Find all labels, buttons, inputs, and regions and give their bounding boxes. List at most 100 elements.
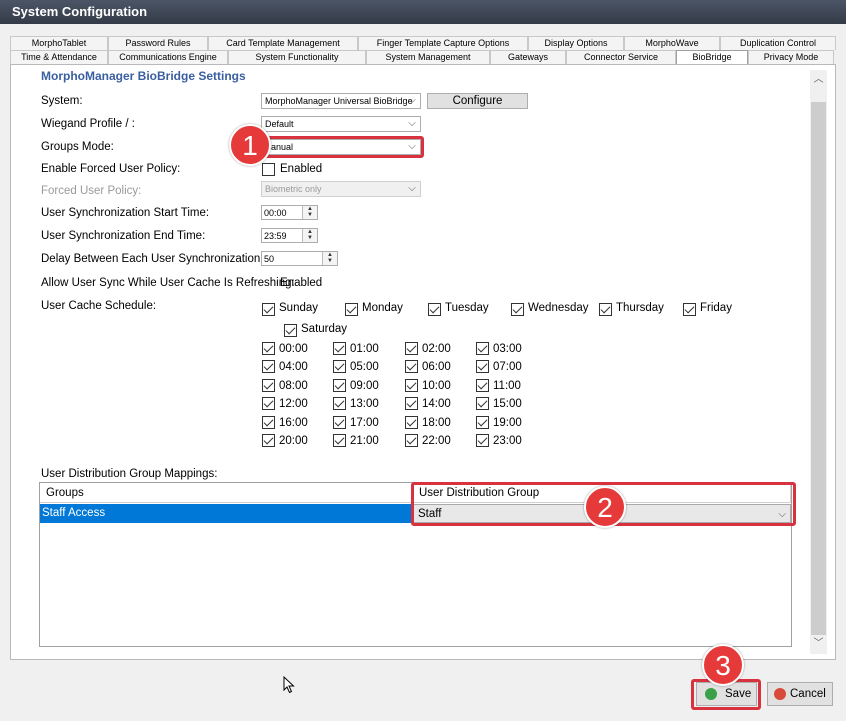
spinner-icon[interactable]: ▲ ▼: [302, 206, 317, 219]
forced-policy-enabled-label: Enabled: [280, 163, 323, 175]
tab-morphowave[interactable]: MorphoWave: [624, 36, 720, 50]
grid-header-groups[interactable]: Groups: [40, 483, 413, 503]
hour-label: 14:00: [422, 398, 451, 410]
cancel-button[interactable]: Cancel: [767, 682, 833, 706]
cancel-button-label: Cancel: [790, 688, 826, 700]
day-checkbox-sunday[interactable]: [262, 303, 275, 316]
day-checkbox-monday[interactable]: [345, 303, 358, 316]
vertical-scrollbar[interactable]: ︿ ﹀: [810, 70, 827, 654]
sync-end-value: 23:59: [264, 231, 287, 241]
hour-label: 02:00: [422, 343, 451, 355]
hour-checkbox[interactable]: [262, 360, 275, 373]
hour-checkbox[interactable]: [405, 379, 418, 392]
tab-duplication-control[interactable]: Duplication Control: [720, 36, 836, 50]
sync-start-label: User Synchronization Start Time:: [41, 207, 210, 219]
tab-biobridge[interactable]: BioBridge: [676, 50, 748, 64]
day-label-thursday: Thursday: [616, 302, 664, 314]
system-select-value: MorphoManager Universal BioBridge: [265, 96, 413, 106]
delay-value: 50: [264, 254, 275, 264]
scroll-up-icon[interactable]: ︿: [810, 72, 827, 88]
day-checkbox-friday[interactable]: [683, 303, 696, 316]
day-label-friday: Friday: [700, 302, 732, 314]
hour-checkbox[interactable]: [262, 434, 275, 447]
hour-checkbox[interactable]: [405, 342, 418, 355]
row-group-cell: Staff Access: [42, 507, 106, 519]
forced-policy-enable-label: Enable Forced User Policy:: [41, 163, 181, 175]
hour-label: 08:00: [279, 380, 308, 392]
day-checkbox-saturday[interactable]: [284, 324, 297, 337]
forced-policy-checkbox[interactable]: [262, 163, 275, 176]
hour-checkbox[interactable]: [333, 360, 346, 373]
hour-checkbox[interactable]: [405, 360, 418, 373]
day-checkbox-thursday[interactable]: [599, 303, 612, 316]
hour-checkbox[interactable]: [333, 434, 346, 447]
table-row[interactable]: Staff Access: [40, 504, 412, 523]
hour-checkbox[interactable]: [333, 397, 346, 410]
day-label-wednesday: Wednesday: [528, 302, 589, 314]
tab-password-rules[interactable]: Password Rules: [108, 36, 208, 50]
hour-checkbox[interactable]: [476, 397, 489, 410]
configure-button[interactable]: Configure: [427, 93, 528, 109]
day-label-tuesday: Tuesday: [445, 302, 489, 314]
hour-checkbox[interactable]: [262, 342, 275, 355]
hour-label: 15:00: [493, 398, 522, 410]
tab-system-functionality[interactable]: System Functionality: [228, 50, 366, 64]
tab-time-attendance[interactable]: Time & Attendance: [10, 50, 108, 64]
hour-label: 17:00: [350, 417, 379, 429]
sync-end-time-input[interactable]: 23:59 ▲ ▼: [261, 228, 318, 243]
hour-label: 18:00: [422, 417, 451, 429]
scrollbar-thumb[interactable]: [811, 102, 826, 635]
forced-policy-select[interactable]: Biometric only ⌵: [261, 181, 421, 197]
delay-input[interactable]: 50 ▲ ▼: [261, 251, 338, 266]
hour-checkbox[interactable]: [476, 379, 489, 392]
tab-system-management[interactable]: System Management: [366, 50, 490, 64]
wiegand-select-value: Default: [265, 119, 294, 129]
hour-label: 19:00: [493, 417, 522, 429]
sync-start-time-input[interactable]: 00:00 ▲ ▼: [261, 205, 318, 220]
allow-sync-label: Allow User Sync While User Cache Is Refr…: [41, 277, 295, 289]
scroll-down-icon[interactable]: ﹀: [810, 636, 827, 652]
tab-privacy-mode[interactable]: Privacy Mode: [748, 50, 834, 64]
tab-card-template-management[interactable]: Card Template Management: [208, 36, 358, 50]
system-select[interactable]: MorphoManager Universal BioBridge ⌵: [261, 93, 421, 109]
hour-checkbox[interactable]: [476, 342, 489, 355]
hour-checkbox[interactable]: [333, 342, 346, 355]
hour-checkbox[interactable]: [476, 416, 489, 429]
hour-checkbox[interactable]: [476, 360, 489, 373]
day-checkbox-tuesday[interactable]: [428, 303, 441, 316]
hour-checkbox[interactable]: [333, 416, 346, 429]
hour-checkbox[interactable]: [262, 397, 275, 410]
tab-finger-template-capture-options[interactable]: Finger Template Capture Options: [358, 36, 528, 50]
section-title: MorphoManager BioBridge Settings: [41, 70, 246, 83]
hour-checkbox[interactable]: [405, 434, 418, 447]
hour-label: 06:00: [422, 361, 451, 373]
hour-label: 13:00: [350, 398, 379, 410]
delay-label: Delay Between Each User Synchronization …: [41, 253, 262, 265]
system-label: System:: [41, 95, 83, 107]
hour-label: 01:00: [350, 343, 379, 355]
day-label-monday: Monday: [362, 302, 403, 314]
hour-label: 20:00: [279, 435, 308, 447]
wiegand-select[interactable]: Default ⌵: [261, 116, 421, 132]
spinner-icon[interactable]: ▲ ▼: [302, 229, 317, 242]
mappings-label: User Distribution Group Mappings:: [41, 468, 218, 480]
tab-communications-engine[interactable]: Communications Engine: [108, 50, 228, 64]
tab-display-options[interactable]: Display Options: [528, 36, 624, 50]
tab-morphotablet[interactable]: MorphoTablet: [10, 36, 108, 50]
hour-checkbox[interactable]: [262, 379, 275, 392]
hour-checkbox[interactable]: [405, 397, 418, 410]
spinner-icon[interactable]: ▲ ▼: [322, 252, 337, 265]
forced-policy-label: Forced User Policy:: [41, 185, 142, 197]
tab-gateways[interactable]: Gateways: [490, 50, 566, 64]
callout-badge-3: 3: [702, 644, 744, 686]
hour-checkbox[interactable]: [476, 434, 489, 447]
hour-checkbox[interactable]: [405, 416, 418, 429]
hour-checkbox[interactable]: [262, 416, 275, 429]
day-checkbox-wednesday[interactable]: [511, 303, 524, 316]
sync-start-value: 00:00: [264, 208, 287, 218]
hour-label: 03:00: [493, 343, 522, 355]
tab-connector-service[interactable]: Connector Service: [566, 50, 676, 64]
hour-checkbox[interactable]: [333, 379, 346, 392]
hour-label: 09:00: [350, 380, 379, 392]
hour-label: 05:00: [350, 361, 379, 373]
